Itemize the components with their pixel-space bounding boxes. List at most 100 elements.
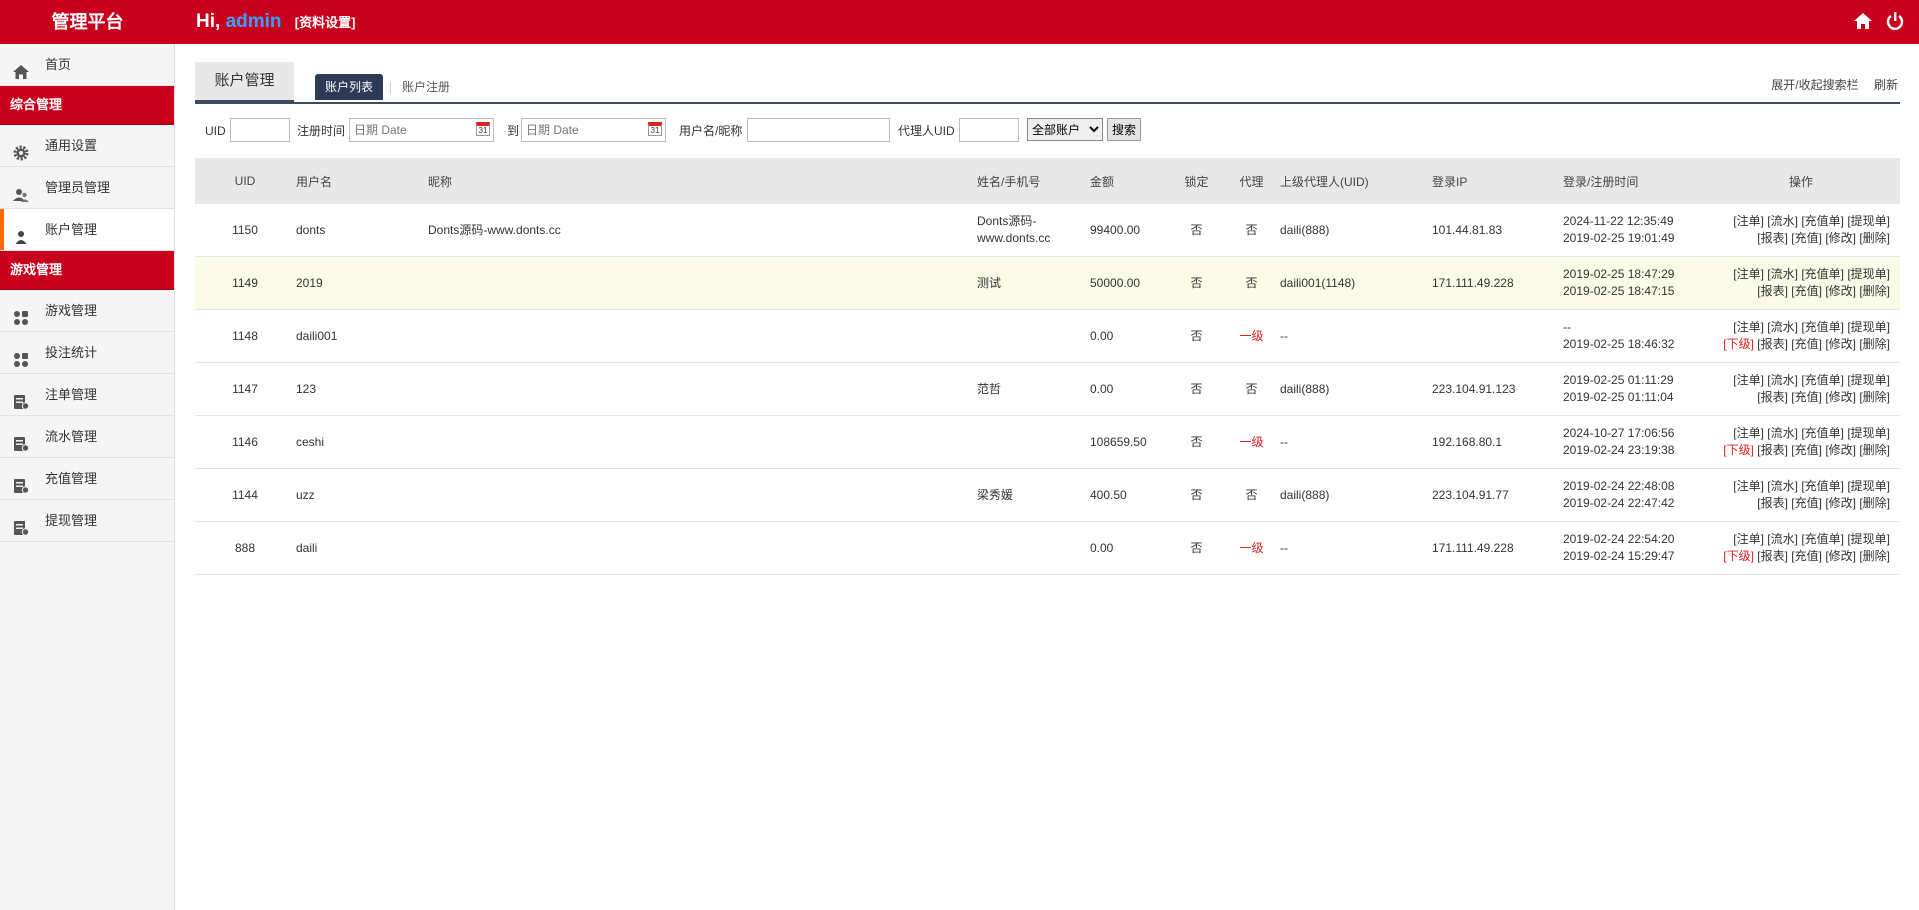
orders-link[interactable]: [注单] [1733, 532, 1764, 546]
col-header-uid[interactable]: UID [195, 158, 295, 204]
orders-link[interactable]: [注单] [1733, 214, 1764, 228]
cell-parent-agent: -- [1279, 309, 1431, 363]
flow-link[interactable]: [流水] [1767, 320, 1798, 334]
orders-link[interactable]: [注单] [1733, 267, 1764, 281]
subordinates-link[interactable]: [下级] [1723, 549, 1754, 563]
recharge-link[interactable]: [充值] [1791, 337, 1822, 351]
tab-account-list[interactable]: 账户列表 [315, 74, 384, 100]
delete-link[interactable]: [删除] [1859, 284, 1890, 298]
sidebar-item-admin-management[interactable]: 管理员管理 [0, 167, 174, 209]
flow-link[interactable]: [流水] [1767, 214, 1798, 228]
recharge-orders-link[interactable]: [充值单] [1801, 214, 1844, 228]
withdraw-orders-link[interactable]: [提现单] [1847, 373, 1890, 387]
flow-link[interactable]: [流水] [1767, 267, 1798, 281]
col-header-locked[interactable]: 锁定 [1169, 158, 1224, 204]
withdraw-orders-link[interactable]: [提现单] [1847, 532, 1890, 546]
profile-settings-link[interactable]: [资料设置] [295, 15, 356, 30]
recharge-link[interactable]: [充值] [1791, 284, 1822, 298]
orders-link[interactable]: [注单] [1733, 373, 1764, 387]
orders-link[interactable]: [注单] [1733, 479, 1764, 493]
withdraw-orders-link[interactable]: [提现单] [1847, 320, 1890, 334]
orders-link[interactable]: [注单] [1733, 320, 1764, 334]
withdraw-orders-link[interactable]: [提现单] [1847, 267, 1890, 281]
calendar-icon[interactable]: 31 [476, 122, 490, 136]
username-input[interactable] [747, 118, 890, 142]
power-icon[interactable] [1885, 11, 1905, 31]
home-icon[interactable] [1853, 11, 1873, 31]
recharge-orders-link[interactable]: [充值单] [1801, 320, 1844, 334]
subordinates-link[interactable]: [下级] [1723, 337, 1754, 351]
report-link[interactable]: [报表] [1757, 337, 1788, 351]
reg-date-from[interactable]: 31 [349, 118, 494, 142]
recharge-link[interactable]: [充值] [1791, 390, 1822, 404]
recharge-orders-link[interactable]: [充值单] [1801, 532, 1844, 546]
sidebar-item-account-management[interactable]: 账户管理 [0, 209, 174, 251]
sidebar-item-recharge-management[interactable]: 充值管理 [0, 458, 174, 500]
flow-link[interactable]: [流水] [1767, 479, 1798, 493]
sidebar-item-general-settings[interactable]: 通用设置 [0, 125, 174, 167]
flow-link[interactable]: [流水] [1767, 373, 1798, 387]
report-link[interactable]: [报表] [1757, 284, 1788, 298]
orders-link[interactable]: [注单] [1733, 426, 1764, 440]
col-header-name-phone[interactable]: 姓名/手机号 [976, 158, 1089, 204]
recharge-orders-link[interactable]: [充值单] [1801, 267, 1844, 281]
withdraw-orders-link[interactable]: [提现单] [1847, 426, 1890, 440]
agent-uid-input[interactable] [959, 118, 1019, 142]
edit-link[interactable]: [修改] [1825, 443, 1856, 457]
sidebar-item-home[interactable]: 首页 [0, 44, 174, 86]
col-header-agent[interactable]: 代理 [1224, 158, 1279, 204]
tab-account-register[interactable]: 账户注册 [392, 74, 460, 100]
edit-link[interactable]: [修改] [1825, 390, 1856, 404]
sidebar-item-order-management[interactable]: 注单管理 [0, 374, 174, 416]
flow-link[interactable]: [流水] [1767, 532, 1798, 546]
sidebar-item-game-management[interactable]: 游戏管理 [0, 290, 174, 332]
edit-link[interactable]: [修改] [1825, 496, 1856, 510]
col-header-amount[interactable]: 金额 [1089, 158, 1169, 204]
report-link[interactable]: [报表] [1757, 496, 1788, 510]
delete-link[interactable]: [删除] [1859, 337, 1890, 351]
withdraw-orders-link[interactable]: [提现单] [1847, 479, 1890, 493]
report-link[interactable]: [报表] [1757, 390, 1788, 404]
delete-link[interactable]: [删除] [1859, 496, 1890, 510]
col-header-login-reg-time[interactable]: 登录/注册时间 [1562, 158, 1702, 204]
delete-link[interactable]: [删除] [1859, 549, 1890, 563]
edit-link[interactable]: [修改] [1825, 337, 1856, 351]
flow-link[interactable]: [流水] [1767, 426, 1798, 440]
edit-link[interactable]: [修改] [1825, 284, 1856, 298]
refresh-link[interactable]: 刷新 [1874, 78, 1898, 92]
date-from-input[interactable] [349, 118, 494, 142]
sidebar-item-flow-management[interactable]: 流水管理 [0, 416, 174, 458]
recharge-orders-link[interactable]: [充值单] [1801, 426, 1844, 440]
recharge-link[interactable]: [充值] [1791, 231, 1822, 245]
recharge-link[interactable]: [充值] [1791, 496, 1822, 510]
account-type-select[interactable]: 全部账户 [1027, 118, 1103, 141]
col-header-username[interactable]: 用户名 [295, 158, 427, 204]
col-header-parent-agent[interactable]: 上级代理人(UID) [1279, 158, 1431, 204]
delete-link[interactable]: [删除] [1859, 231, 1890, 245]
delete-link[interactable]: [删除] [1859, 443, 1890, 457]
delete-link[interactable]: [删除] [1859, 390, 1890, 404]
subordinates-link[interactable]: [下级] [1723, 443, 1754, 457]
recharge-orders-link[interactable]: [充值单] [1801, 479, 1844, 493]
withdraw-orders-link[interactable]: [提现单] [1847, 214, 1890, 228]
uid-input[interactable] [230, 118, 290, 142]
col-header-login-ip[interactable]: 登录IP [1431, 158, 1562, 204]
reg-date-to[interactable]: 31 [521, 118, 666, 142]
col-header-nickname[interactable]: 昵称 [427, 158, 976, 204]
date-to-input[interactable] [521, 118, 666, 142]
calendar-icon[interactable]: 31 [648, 122, 662, 136]
toggle-search-link[interactable]: 展开/收起搜索栏 [1771, 78, 1858, 92]
edit-link[interactable]: [修改] [1825, 231, 1856, 245]
sidebar-item-withdraw-management[interactable]: 提现管理 [0, 500, 174, 542]
sidebar-item-bet-stats[interactable]: 投注统计 [0, 332, 174, 374]
search-button[interactable]: 搜索 [1107, 118, 1142, 141]
report-link[interactable]: [报表] [1757, 549, 1788, 563]
report-link[interactable]: [报表] [1757, 443, 1788, 457]
recharge-link[interactable]: [充值] [1791, 443, 1822, 457]
recharge-orders-link[interactable]: [充值单] [1801, 373, 1844, 387]
cell-parent-agent: daili(888) [1279, 204, 1431, 257]
edit-link[interactable]: [修改] [1825, 549, 1856, 563]
report-link[interactable]: [报表] [1757, 231, 1788, 245]
recharge-link[interactable]: [充值] [1791, 549, 1822, 563]
username-link[interactable]: admin [226, 11, 282, 32]
